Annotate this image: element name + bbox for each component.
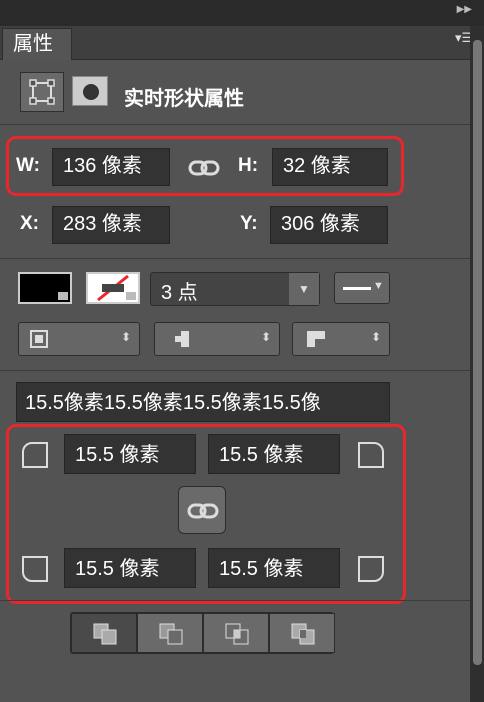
divider (0, 258, 470, 259)
intersect-shapes-button[interactable] (203, 613, 269, 653)
link-size-button[interactable] (184, 152, 224, 184)
top-right-corner-icon (358, 442, 384, 468)
y-label: Y: (240, 213, 258, 234)
link-radii-button[interactable] (178, 486, 226, 534)
stroke-swatch[interactable] (86, 272, 140, 304)
combine-shapes-button[interactable] (71, 613, 137, 653)
radius-summary-field[interactable]: 15.5像素15.5像素15.5像素15.5像 (16, 382, 390, 422)
link-icon (188, 160, 220, 176)
x-label: X: (20, 213, 39, 234)
height-field[interactable]: 32 像素 (272, 148, 388, 186)
stepper-icon: ⬍ (260, 330, 271, 344)
top-left-radius-field[interactable]: 15.5 像素 (64, 434, 196, 474)
shape-bounds-icon (29, 79, 55, 105)
stroke-width-dropdown[interactable]: 3 点 ▼ (150, 272, 320, 306)
subtract-shapes-icon (159, 623, 183, 645)
fill-swatch[interactable] (18, 272, 72, 304)
shape-properties-button[interactable] (20, 72, 64, 112)
stroke-swatch-icon (97, 274, 136, 302)
top-left-corner-icon (22, 442, 48, 468)
stroke-corner-dropdown[interactable]: ⬍ (292, 322, 390, 356)
y-field[interactable]: 306 像素 (270, 206, 388, 244)
bottom-left-corner-icon (22, 556, 48, 582)
stepper-icon: ⬍ (370, 330, 381, 344)
mask-icon (83, 84, 99, 100)
window-top-strip: ▶▶ (0, 0, 484, 26)
scrollbar-thumb[interactable] (473, 40, 482, 665)
chevron-down-icon: ▼ (373, 280, 384, 292)
divider (0, 370, 470, 371)
divider (0, 124, 470, 125)
cap-icon (175, 331, 189, 347)
subtract-shapes-button[interactable] (137, 613, 203, 653)
dropdown-arrow-icon (58, 292, 68, 300)
stroke-cap-dropdown[interactable]: ⬍ (154, 322, 280, 356)
tab-properties[interactable]: 属性 (2, 28, 72, 60)
stepper-icon: ⬍ (120, 330, 131, 344)
divider (0, 600, 470, 601)
x-field[interactable]: 283 像素 (52, 206, 170, 244)
corner-icon (307, 331, 325, 347)
height-label: H: (238, 155, 259, 176)
collapse-arrows-icon[interactable]: ▶▶ (457, 4, 472, 15)
bottom-left-radius-field[interactable]: 15.5 像素 (64, 548, 196, 588)
path-ops-group (70, 612, 335, 654)
intersect-shapes-icon (225, 623, 249, 645)
stroke-type-dropdown[interactable]: ▼ (334, 272, 390, 304)
link-icon (187, 503, 219, 519)
top-right-radius-field[interactable]: 15.5 像素 (208, 434, 340, 474)
stroke-width-value: 3 点 (161, 282, 198, 304)
mask-button[interactable] (72, 76, 108, 106)
width-label: W: (16, 155, 40, 176)
stroke-line-icon (343, 287, 371, 290)
bottom-right-radius-field[interactable]: 15.5 像素 (208, 548, 340, 588)
combine-shapes-icon (93, 623, 117, 645)
exclude-overlap-icon (291, 623, 315, 645)
width-field[interactable]: 136 像素 (52, 148, 170, 186)
bottom-right-corner-icon (358, 556, 384, 582)
panel-tab-bar: 属性 (0, 26, 470, 60)
align-icon (30, 330, 48, 348)
stroke-align-dropdown[interactable]: ⬍ (18, 322, 140, 356)
chevron-down-icon: ▼ (289, 273, 319, 305)
panel-title: 实时形状属性 (124, 88, 244, 110)
exclude-overlap-button[interactable] (269, 613, 335, 653)
